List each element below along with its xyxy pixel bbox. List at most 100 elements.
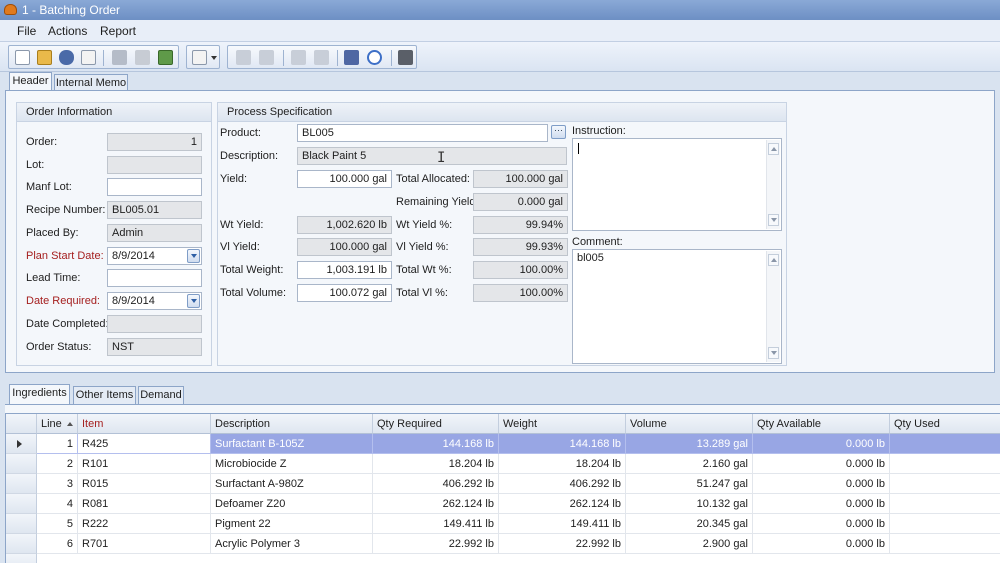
approve-icon[interactable] — [344, 50, 359, 65]
table-row[interactable]: 2 R101 Microbiocide Z 18.204 lb 18.204 l… — [6, 454, 1000, 474]
cell-qty-used[interactable] — [890, 514, 1000, 534]
menu-report[interactable]: Report — [100, 24, 136, 38]
cell-weight[interactable]: 144.168 lb — [499, 434, 626, 454]
scroll-up-icon[interactable] — [768, 254, 779, 266]
column-header-volume[interactable]: Volume — [626, 414, 753, 434]
scroll-down-icon[interactable] — [768, 347, 779, 359]
product-lookup-button[interactable]: ··· — [551, 125, 566, 139]
cell-qty-available[interactable]: 0.000 lb — [753, 494, 890, 514]
cell-line[interactable]: 2 — [37, 454, 78, 474]
column-header-description[interactable]: Description — [211, 414, 373, 434]
cell-qty-required[interactable]: 149.411 lb — [373, 514, 499, 534]
cell-weight[interactable]: 262.124 lb — [499, 494, 626, 514]
cell-line[interactable]: 6 — [37, 534, 78, 554]
cell-description[interactable]: Pigment 22 — [211, 514, 373, 534]
tab-header[interactable]: Header — [9, 72, 52, 92]
cell-qty-required[interactable]: 262.124 lb — [373, 494, 499, 514]
plan-start-date-dropdown-icon[interactable] — [187, 249, 200, 263]
cell-item[interactable]: R015 — [78, 474, 211, 494]
instruction-scrollbar[interactable] — [766, 140, 780, 229]
cell-description[interactable]: Surfactant A-980Z — [211, 474, 373, 494]
cell-qty-used[interactable] — [890, 474, 1000, 494]
cell-item[interactable]: R222 — [78, 514, 211, 534]
cell-qty-required[interactable]: 22.992 lb — [373, 534, 499, 554]
table-row[interactable]: 6 R701 Acrylic Polymer 3 22.992 lb 22.99… — [6, 534, 1000, 554]
lead-time-field[interactable] — [107, 269, 202, 287]
save-icon[interactable] — [112, 50, 127, 65]
check-icon[interactable] — [367, 50, 382, 65]
cell-weight[interactable]: 406.292 lb — [499, 474, 626, 494]
cell-description[interactable]: Acrylic Polymer 3 — [211, 534, 373, 554]
cell-qty-available[interactable]: 0.000 lb — [753, 534, 890, 554]
instruction-textarea[interactable] — [572, 138, 782, 231]
menu-actions[interactable]: Actions — [48, 24, 87, 38]
tab-demand[interactable]: Demand — [138, 386, 184, 404]
tab-other-items[interactable]: Other Items — [73, 386, 136, 404]
cell-volume[interactable]: 10.132 gal — [626, 494, 753, 514]
cell-qty-required[interactable]: 18.204 lb — [373, 454, 499, 474]
cell-qty-required[interactable]: 144.168 lb — [373, 434, 499, 454]
row-selector[interactable] — [6, 534, 37, 554]
cell-description[interactable]: Microbiocide Z — [211, 454, 373, 474]
column-header-line[interactable]: Line — [37, 414, 78, 434]
date-required-dropdown-icon[interactable] — [187, 294, 200, 308]
cell-item[interactable]: R425 — [78, 434, 211, 454]
cell-description[interactable]: Defoamer Z20 — [211, 494, 373, 514]
table-row[interactable]: 5 R222 Pigment 22 149.411 lb 149.411 lb … — [6, 514, 1000, 534]
cell-qty-used[interactable] — [890, 534, 1000, 554]
column-header-qty-available[interactable]: Qty Available — [753, 414, 890, 434]
column-header-item[interactable]: Item — [78, 414, 211, 434]
scroll-down-icon[interactable] — [768, 214, 779, 226]
column-header-weight[interactable]: Weight — [499, 414, 626, 434]
cell-line[interactable]: 5 — [37, 514, 78, 534]
cell-item[interactable]: R701 — [78, 534, 211, 554]
cell-item[interactable]: R101 — [78, 454, 211, 474]
product-field[interactable]: BL005 — [297, 124, 548, 142]
row-selector[interactable] — [6, 434, 37, 454]
tab-ingredients[interactable]: Ingredients — [9, 384, 70, 404]
cell-qty-available[interactable]: 0.000 lb — [753, 474, 890, 494]
copy-icon[interactable] — [236, 50, 251, 65]
delete-icon[interactable] — [135, 50, 150, 65]
cell-volume[interactable]: 2.160 gal — [626, 454, 753, 474]
cell-weight[interactable]: 22.992 lb — [499, 534, 626, 554]
new-icon[interactable] — [15, 50, 30, 65]
cell-qty-used[interactable] — [890, 434, 1000, 454]
chevron-down-icon[interactable] — [211, 56, 217, 60]
comment-textarea[interactable]: bl005 — [572, 249, 782, 364]
row-selector[interactable] — [6, 554, 37, 563]
find-icon[interactable] — [59, 50, 74, 65]
total-volume-field[interactable]: 100.072 gal — [297, 284, 392, 302]
cell-volume[interactable]: 2.900 gal — [626, 534, 753, 554]
row-selector[interactable] — [6, 494, 37, 514]
scroll-up-icon[interactable] — [768, 143, 779, 155]
comment-scrollbar[interactable] — [766, 251, 780, 362]
cell-volume[interactable]: 20.345 gal — [626, 514, 753, 534]
properties-icon[interactable] — [81, 50, 96, 65]
row-selector[interactable] — [6, 454, 37, 474]
calculator-icon[interactable] — [398, 50, 413, 65]
report-icon[interactable] — [314, 50, 329, 65]
table-row-new[interactable] — [6, 554, 1000, 563]
cell-weight[interactable]: 18.204 lb — [499, 454, 626, 474]
cell-line[interactable]: 3 — [37, 474, 78, 494]
total-weight-field[interactable]: 1,003.191 lb — [297, 261, 392, 279]
cell-volume[interactable]: 13.289 gal — [626, 434, 753, 454]
cell-item[interactable]: R081 — [78, 494, 211, 514]
yield-field[interactable]: 100.000 gal — [297, 170, 392, 188]
menu-file[interactable]: File — [17, 24, 36, 38]
cell-description[interactable]: Surfactant B-105Z — [211, 434, 373, 454]
table-row[interactable]: 4 R081 Defoamer Z20 262.124 lb 262.124 l… — [6, 494, 1000, 514]
cell-qty-required[interactable]: 406.292 lb — [373, 474, 499, 494]
cell-line[interactable]: 1 — [37, 434, 78, 454]
cell-weight[interactable]: 149.411 lb — [499, 514, 626, 534]
manf-lot-field[interactable] — [107, 178, 202, 196]
table-row[interactable]: 1 R425 Surfactant B-105Z 144.168 lb 144.… — [6, 434, 1000, 454]
cell-line[interactable]: 4 — [37, 494, 78, 514]
paste-icon[interactable] — [259, 50, 274, 65]
table-row[interactable]: 3 R015 Surfactant A-980Z 406.292 lb 406.… — [6, 474, 1000, 494]
cell-volume[interactable]: 51.247 gal — [626, 474, 753, 494]
cell-qty-available[interactable]: 0.000 lb — [753, 514, 890, 534]
list-icon[interactable] — [291, 50, 306, 65]
row-selector[interactable] — [6, 514, 37, 534]
